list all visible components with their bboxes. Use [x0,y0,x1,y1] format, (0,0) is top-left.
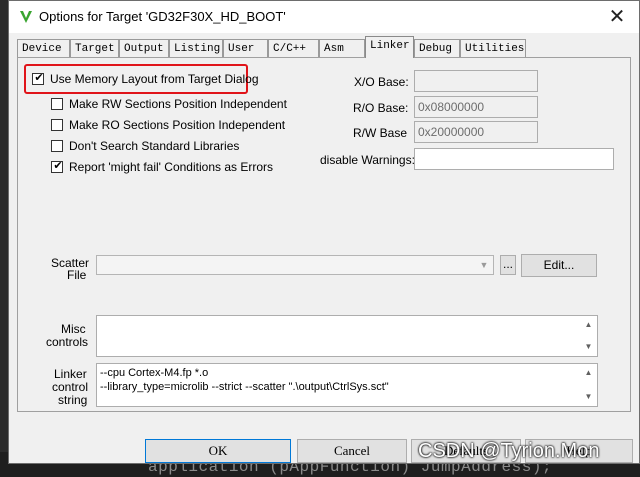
misc-label-line1: Misc [61,322,86,336]
tab-asm[interactable]: Asm [319,39,365,57]
tab-c-cpp[interactable]: C/C++ [268,39,319,57]
disable-warnings-field[interactable] [414,148,614,170]
misc-scrollbar[interactable]: ▲ ▼ [580,316,597,356]
scroll-down-icon[interactable]: ▼ [580,390,597,404]
scroll-down-icon[interactable]: ▼ [580,340,597,354]
window-title: Options for Target 'GD32F30X_HD_BOOT' [39,9,286,24]
scatter-browse-button[interactable]: ... [500,255,516,275]
dont-search-checkbox[interactable] [51,140,63,152]
misc-label-line2: controls [46,335,89,349]
check-icon: ✔ [34,72,44,84]
linker-panel: ✔ Use Memory Layout from Target Dialog M… [17,57,631,412]
disable-warnings-label: disable Warnings: [320,153,415,167]
ro-base-field[interactable]: 0x08000000 [414,96,538,118]
linker-control-line: --library_type=microlib --strict --scatt… [100,381,389,393]
ro-base-label: R/O Base: [353,101,409,115]
make-ro-label: Make RO Sections Position Independent [69,118,286,132]
xo-base-label: X/O Base: [354,75,409,89]
close-icon[interactable]: ✕ [605,6,629,28]
scatter-label-line2: File [67,268,87,282]
tab-target[interactable]: Target [70,39,119,57]
make-rw-label: Make RW Sections Position Independent [69,97,287,111]
linker-label-line2: control [52,380,89,394]
might-fail-label: Report 'might fail' Conditions as Errors [69,160,273,174]
ok-button[interactable]: OK [145,439,291,463]
use-memory-layout-checkbox[interactable]: ✔ [32,72,44,85]
linker-label-line3: string [58,393,88,407]
scatter-file-combo[interactable]: ▼ [96,255,494,275]
tab-device[interactable]: Device [17,39,70,57]
rw-base-field[interactable]: 0x20000000 [414,121,538,143]
xo-base-field[interactable] [414,70,538,92]
make-ro-checkbox[interactable] [51,119,63,131]
might-fail-checkbox[interactable]: ✔ [51,160,63,173]
check-icon: ✔ [53,160,63,172]
linker-label-line1: Linker [54,367,87,381]
dont-search-label: Don't Search Standard Libraries [69,139,240,153]
make-rw-checkbox[interactable] [51,98,63,110]
tab-linker[interactable]: Linker [365,36,414,58]
tab-user[interactable]: User [223,39,268,57]
title-bar: Options for Target 'GD32F30X_HD_BOOT' ✕ [9,1,639,33]
use-memory-layout-label: Use Memory Layout from Target Dialog [50,72,259,86]
csdn-watermark: CSDN @Tyrion.Mon [418,440,600,462]
rw-base-label: R/W Base [353,126,408,140]
chevron-down-icon[interactable]: ▼ [476,257,492,273]
tab-debug[interactable]: Debug [414,39,460,57]
misc-controls-textarea[interactable]: ▲ ▼ [96,315,598,357]
scatter-edit-button[interactable]: Edit... [521,254,597,277]
tab-listing[interactable]: Listing [169,39,223,57]
tab-output[interactable]: Output [119,39,169,57]
scroll-up-icon[interactable]: ▲ [580,318,597,332]
scroll-up-icon[interactable]: ▲ [580,366,597,380]
cancel-button[interactable]: Cancel [297,439,407,463]
linker-control-line: --cpu Cortex-M4.fp *.o [100,367,209,379]
keil-app-icon [20,11,32,23]
options-dialog: Options for Target 'GD32F30X_HD_BOOT' ✕ … [8,0,640,464]
linker-control-textarea[interactable]: --cpu Cortex-M4.fp *.o --library_type=mi… [96,363,598,407]
linker-scrollbar[interactable]: ▲ ▼ [580,364,597,406]
tab-utilities[interactable]: Utilities [460,39,526,57]
